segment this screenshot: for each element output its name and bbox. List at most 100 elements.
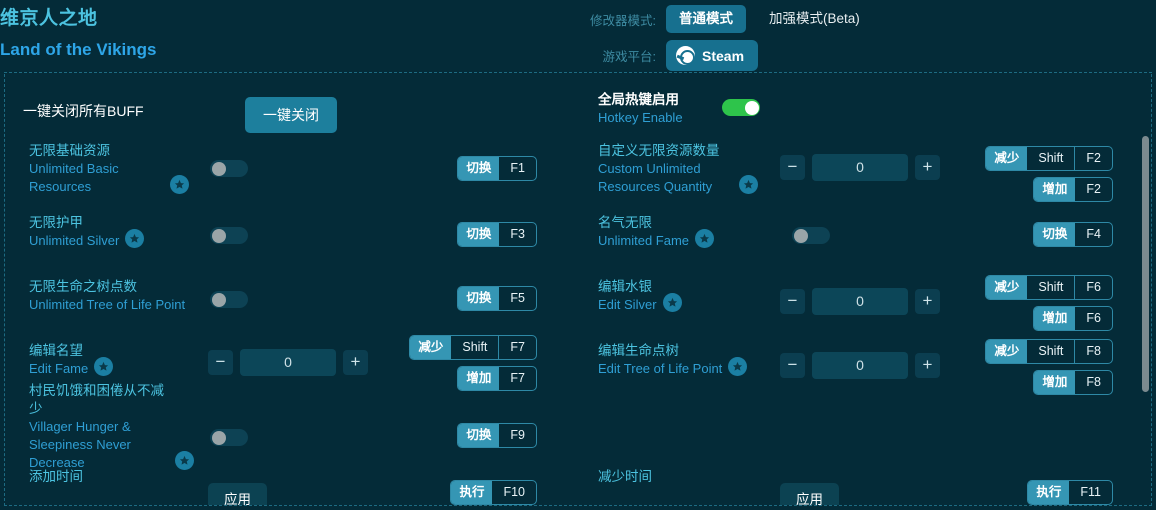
increment-button[interactable]: + bbox=[915, 155, 940, 180]
hotkey-key-label: F5 bbox=[510, 291, 525, 305]
toggle-knob bbox=[211, 430, 226, 445]
hotkey-row[interactable]: 执行 F10 bbox=[450, 480, 537, 505]
vertical-scrollbar-thumb[interactable] bbox=[1142, 136, 1149, 392]
game-platform-row: 游戏平台: Steam bbox=[578, 40, 759, 71]
hotkeys-add-time: 执行 F10 bbox=[417, 480, 537, 505]
toggle-unlimited-fame[interactable] bbox=[792, 227, 830, 244]
stepper-custom-unlimited-resources: − 0 + bbox=[780, 154, 940, 181]
hotkey-row[interactable]: 增加 F2 bbox=[1033, 177, 1113, 202]
decrement-button[interactable]: − bbox=[780, 289, 805, 314]
hotkey-row[interactable]: 减少 Shift F2 bbox=[985, 146, 1113, 171]
label-unlimited-basic-resources: 无限基础资源 Unlimited Basic Resources bbox=[29, 142, 189, 196]
toggle-hotkey-enable[interactable] bbox=[722, 99, 760, 116]
hotkeys-edit-tree-of-life-point: 减少 Shift F8 增加 F8 bbox=[973, 339, 1113, 395]
increment-button[interactable]: + bbox=[915, 289, 940, 314]
toggle-knob bbox=[211, 292, 226, 307]
label-edit-fame: 编辑名望 Edit Fame bbox=[29, 342, 114, 378]
favorite-star-icon[interactable] bbox=[662, 293, 682, 312]
header-divider bbox=[4, 72, 1152, 73]
header: 维京人之地 Land of the Vikings 修改器模式: 普通模式 加强… bbox=[0, 0, 1156, 74]
hotkeys-edit-silver: 减少 Shift F6 增加 F6 bbox=[973, 275, 1113, 331]
row-edit-silver: 编辑水银 Edit Silver − 0 + 减少 Shift F6 增加 F6 bbox=[583, 274, 1151, 332]
close-all-label: 一键关闭所有BUFF bbox=[23, 103, 144, 119]
hotkey-action-label: 减少 bbox=[986, 340, 1028, 363]
hotkey-action-label: 减少 bbox=[410, 336, 452, 359]
row-reduce-time: 减少时间 应用 执行 F11 bbox=[583, 468, 1151, 505]
hotkey-row[interactable]: 切换 F5 bbox=[457, 286, 537, 311]
hotkey-row[interactable]: 减少 Shift F7 bbox=[409, 335, 537, 360]
value-input-edit-fame[interactable]: 0 bbox=[240, 349, 336, 376]
steam-platform-button[interactable]: Steam bbox=[666, 40, 759, 71]
close-all-button[interactable]: 一键关闭 bbox=[245, 97, 337, 133]
toggle-unlimited-basic-resources[interactable] bbox=[210, 160, 248, 177]
toggle-unlimited-tree-of-life-point[interactable] bbox=[210, 291, 248, 308]
hotkey-key-label: Shift bbox=[1038, 151, 1064, 165]
hotkey-key-label: F7 bbox=[498, 336, 536, 359]
mode-enhanced-button[interactable]: 加强模式(Beta) bbox=[756, 5, 873, 33]
hotkey-key-label: F10 bbox=[503, 485, 525, 499]
hotkey-row[interactable]: 增加 F8 bbox=[1033, 370, 1113, 395]
hotkey-action-label: 切换 bbox=[458, 287, 500, 310]
hotkeys-unlimited-silver: 切换 F3 bbox=[417, 222, 537, 247]
hotkey-row[interactable]: 增加 F6 bbox=[1033, 306, 1113, 331]
label-edit-silver: 编辑水银 Edit Silver bbox=[598, 278, 682, 314]
hotkey-row[interactable]: 切换 F4 bbox=[1033, 222, 1113, 247]
label-unlimited-silver: 无限护甲 Unlimited Silver bbox=[29, 214, 145, 250]
value-input-custom-unlimited-resources[interactable]: 0 bbox=[812, 154, 908, 181]
hotkey-key-label: F8 bbox=[1074, 340, 1112, 363]
label-reduce-time: 减少时间 bbox=[598, 469, 652, 484]
favorite-star-icon[interactable] bbox=[728, 357, 748, 376]
hotkey-action-label: 切换 bbox=[458, 223, 500, 246]
favorite-star-icon[interactable] bbox=[94, 357, 114, 376]
toggle-knob bbox=[211, 161, 226, 176]
hotkey-row[interactable]: 切换 F9 bbox=[457, 423, 537, 448]
hotkey-key-label: F4 bbox=[1086, 227, 1101, 241]
increment-button[interactable]: + bbox=[343, 350, 368, 375]
label-edit-tree-of-life-point: 编辑生命点树 Edit Tree of Life Point bbox=[598, 342, 748, 378]
hotkey-action-label: 增加 bbox=[1034, 371, 1076, 394]
favorite-star-icon[interactable] bbox=[695, 229, 715, 248]
hotkey-row[interactable]: 减少 Shift F8 bbox=[985, 339, 1113, 364]
hotkey-row[interactable]: 切换 F1 bbox=[457, 156, 537, 181]
toggle-villager-hunger-sleepiness[interactable] bbox=[210, 429, 248, 446]
row-add-time: 添加时间 应用 执行 F10 bbox=[5, 468, 583, 505]
toggle-knob bbox=[744, 100, 759, 115]
hotkey-row[interactable]: 减少 Shift F6 bbox=[985, 275, 1113, 300]
mode-normal-button[interactable]: 普通模式 bbox=[666, 5, 746, 33]
apply-button-add-time[interactable]: 应用 bbox=[208, 483, 267, 505]
row-close-all-buffs: 一键关闭所有BUFF 一键关闭 bbox=[5, 92, 583, 136]
toggle-unlimited-silver[interactable] bbox=[210, 227, 248, 244]
hotkey-row[interactable]: 切换 F3 bbox=[457, 222, 537, 247]
game-title-block: 维京人之地 Land of the Vikings bbox=[0, 6, 156, 63]
game-platform-label: 游戏平台: bbox=[602, 50, 656, 64]
hotkeys-unlimited-basic-resources: 切换 F1 bbox=[417, 156, 537, 181]
hotkey-key-label: F1 bbox=[510, 161, 525, 175]
hotkey-key-label: F3 bbox=[510, 227, 525, 241]
label-hotkey-enable: 全局热键启用 Hotkey Enable bbox=[598, 92, 683, 125]
game-title-cn: 维京人之地 bbox=[0, 8, 98, 29]
hotkeys-villager-hunger-sleepiness: 切换 F9 bbox=[417, 423, 537, 448]
hotkey-key-label: F9 bbox=[510, 428, 525, 442]
hotkey-row[interactable]: 执行 F11 bbox=[1027, 480, 1113, 505]
favorite-star-icon[interactable] bbox=[125, 229, 145, 248]
decrement-button[interactable]: − bbox=[780, 155, 805, 180]
hotkey-key-label: F6 bbox=[1074, 276, 1112, 299]
value-input-edit-tree-of-life-point[interactable]: 0 bbox=[812, 352, 908, 379]
row-custom-unlimited-resources: 自定义无限资源数量 Custom Unlimited Resources Qua… bbox=[583, 142, 1151, 204]
decrement-button[interactable]: − bbox=[780, 353, 805, 378]
stepper-edit-fame: − 0 + bbox=[208, 349, 368, 376]
favorite-star-icon[interactable] bbox=[170, 175, 189, 194]
hotkey-key-label: Shift bbox=[462, 340, 488, 354]
row-villager-hunger-sleepiness: 村民饥饿和困倦从不减少 Villager Hunger & Sleepiness… bbox=[5, 382, 583, 474]
decrement-button[interactable]: − bbox=[208, 350, 233, 375]
favorite-star-icon[interactable] bbox=[739, 175, 758, 194]
hotkey-action-label: 增加 bbox=[1034, 178, 1076, 201]
label-add-time: 添加时间 bbox=[29, 469, 83, 484]
hotkey-action-label: 增加 bbox=[1034, 307, 1076, 330]
steam-icon bbox=[676, 46, 695, 65]
apply-button-reduce-time[interactable]: 应用 bbox=[780, 483, 839, 505]
increment-button[interactable]: + bbox=[915, 353, 940, 378]
value-input-edit-silver[interactable]: 0 bbox=[812, 288, 908, 315]
toggle-knob bbox=[793, 228, 808, 243]
hotkey-action-label: 切换 bbox=[1034, 223, 1076, 246]
